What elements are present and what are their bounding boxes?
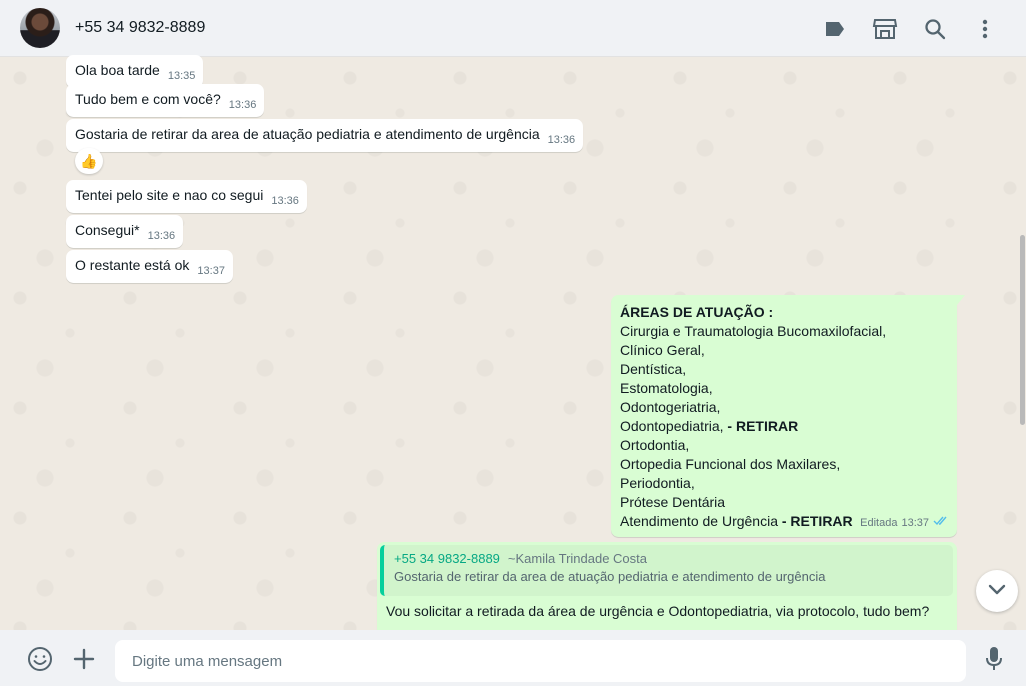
area-line: Dentística, <box>620 361 687 377</box>
message-text: Gostaria de retirar da area de atuação p… <box>75 126 540 142</box>
message-time: 13:36 <box>228 99 257 111</box>
message-time: 13:36 <box>271 195 299 207</box>
edited-label: Editada <box>860 517 898 529</box>
area-line: Odontopediatria, - RETIRAR <box>620 418 799 434</box>
header-actions <box>810 0 1010 57</box>
scroll-to-bottom-button[interactable] <box>976 570 1018 612</box>
chat-window: +55 34 9832-8889 Ola boa tarde 13:35 Tud… <box>0 0 1026 686</box>
microphone-icon[interactable] <box>979 644 1009 674</box>
emoji-icon[interactable] <box>25 644 55 674</box>
message-incoming[interactable]: O restante está ok 13:37 <box>66 250 233 283</box>
catalog-icon[interactable] <box>860 9 910 49</box>
area-line: Cirurgia e Traumatologia Bucomaxilofacia… <box>620 323 887 339</box>
message-incoming[interactable]: Gostaria de retirar da area de atuação p… <box>66 119 584 152</box>
thumbs-up-icon: 👍 <box>80 152 98 169</box>
message-text: O restante está ok <box>75 257 190 273</box>
message-input[interactable] <box>115 640 966 682</box>
area-line: Odontogeriatria, <box>620 399 721 415</box>
area-line: Ortodontia, <box>620 437 690 453</box>
message-time: 13:36 <box>547 134 576 146</box>
double-check-icon <box>933 514 949 533</box>
message-time: 13:36 <box>147 230 176 242</box>
reaction-badge[interactable]: 👍 <box>75 148 103 174</box>
label-icon[interactable] <box>810 9 860 49</box>
message-time: 13:37 <box>901 517 929 529</box>
message-time: 13:37 <box>197 265 225 277</box>
message-incoming[interactable]: Consegui* 13:36 <box>66 215 184 248</box>
avatar[interactable] <box>20 8 60 48</box>
quoted-message[interactable]: +55 34 9832-8889 ~Kamila Trindade Costa G… <box>380 545 953 596</box>
message-text: Vou solicitar a retirada da área de urgê… <box>386 603 930 619</box>
menu-icon[interactable] <box>960 9 1010 49</box>
attach-plus-icon[interactable] <box>69 644 99 674</box>
message-text: Ola boa tarde <box>75 62 160 78</box>
message-text: Tentei pelo site e nao co segui <box>75 187 264 203</box>
message-meta: Editada 13:37 <box>860 514 949 533</box>
message-text: Consegui* <box>75 222 140 238</box>
quote-sender: +55 34 9832-8889 <box>394 551 500 566</box>
message-outgoing-areas[interactable]: ÁREAS DE ATUAÇÃO : Cirurgia e Traumatolo… <box>611 295 965 537</box>
message-time: 13:35 <box>167 70 196 82</box>
search-icon[interactable] <box>910 9 960 49</box>
message-incoming[interactable]: Tudo bem e com você? 13:36 <box>66 84 265 117</box>
quote-text: Gostaria de retirar da area de atuação p… <box>394 569 826 584</box>
chat-header: +55 34 9832-8889 <box>0 0 1026 57</box>
retirar-flag: - RETIRAR <box>781 513 853 529</box>
area-line: Clínico Geral, <box>620 342 705 358</box>
contact-name[interactable]: +55 34 9832-8889 <box>75 19 205 37</box>
areas-title: ÁREAS DE ATUAÇÃO : <box>620 304 774 320</box>
chevron-down-icon <box>988 582 1006 600</box>
composer-bar <box>0 630 1026 686</box>
message-outgoing-reply[interactable]: +55 34 9832-8889 ~Kamila Trindade Costa G… <box>377 542 957 637</box>
retirar-flag: - RETIRAR <box>727 418 799 434</box>
scrollbar-thumb[interactable] <box>1020 235 1025 425</box>
message-text: Tudo bem e com você? <box>75 91 221 107</box>
area-line: Estomatologia, <box>620 380 713 396</box>
area-line: Prótese Dentária <box>620 494 726 510</box>
area-line: Ortopedia Funcional dos Maxilares, <box>620 456 841 472</box>
quote-alias: ~Kamila Trindade Costa <box>507 551 648 566</box>
area-line: Periodontia, <box>620 475 695 491</box>
message-incoming[interactable]: Tentei pelo site e nao co segui 13:36 <box>66 180 307 213</box>
bubble-tail <box>957 295 965 305</box>
